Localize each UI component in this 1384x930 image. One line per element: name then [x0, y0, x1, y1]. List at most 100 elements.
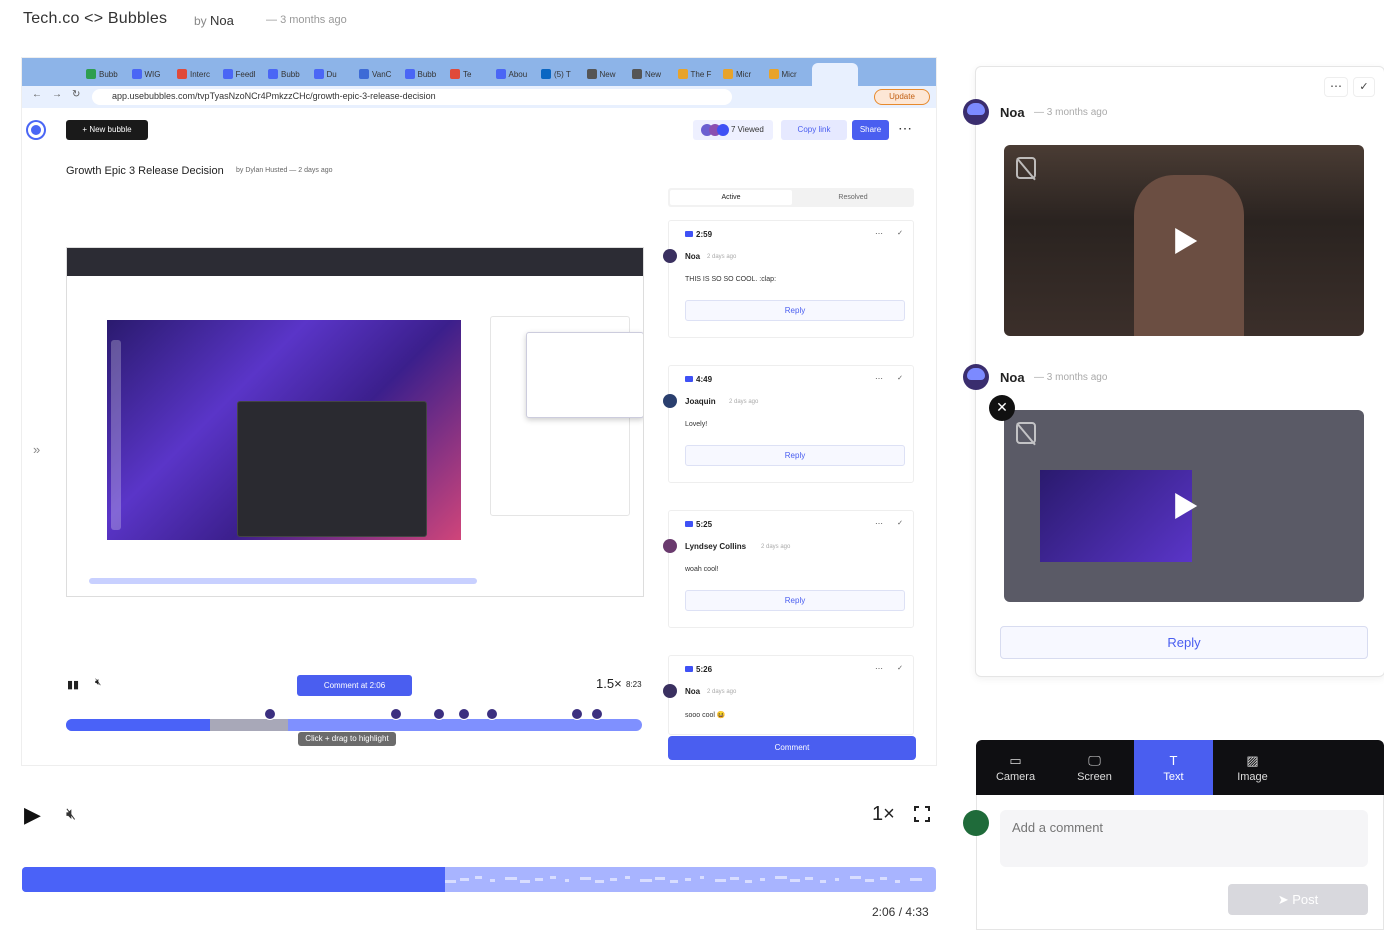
browser-tab: Te	[450, 65, 492, 83]
browser-tab-label: Feedl	[235, 69, 256, 79]
expand-chevron-icon: »	[33, 442, 41, 457]
close-icon[interactable]: ✕	[989, 395, 1015, 421]
tab-favicon	[768, 69, 779, 79]
page-title: Tech.co <> Bubbles	[23, 10, 168, 27]
browser-tab: Bubb	[268, 65, 310, 83]
tab-favicon	[723, 69, 733, 79]
check-icon: ✓	[897, 665, 903, 672]
browser-tab-label: Te	[463, 69, 472, 79]
tab-favicon	[495, 69, 506, 79]
comment-reply-button: Reply	[685, 300, 905, 321]
browser-tab-label: (5) T	[554, 69, 571, 79]
more-icon: ⋯	[875, 229, 883, 238]
check-icon: ✓	[897, 375, 903, 382]
tab-text[interactable]: T Text	[1134, 740, 1213, 795]
comment-pin	[591, 708, 603, 720]
comment-input[interactable]	[1000, 810, 1368, 867]
nested-screenshot	[66, 247, 644, 597]
thread-time-value: 3 months ago	[1046, 372, 1108, 383]
browser-tab-label: Bubb	[417, 69, 437, 79]
play-icon[interactable]	[1175, 493, 1198, 519]
waveform-segment	[910, 878, 922, 881]
tab-favicon	[222, 69, 233, 79]
inner-comment-card: 4:49 ⋯ ✓ Joaquin 2 days ago Lovely! Reply	[663, 365, 914, 483]
author-name[interactable]: Noa	[210, 13, 234, 28]
inner-duration: 8:23	[626, 680, 642, 689]
created-time: — 3 months ago	[266, 14, 347, 26]
waveform-segment	[850, 876, 861, 879]
viewer-avatar	[717, 124, 729, 136]
inner-waveform-played	[66, 719, 210, 731]
waveform-segment	[490, 879, 495, 882]
comment-ago: 2 days ago	[707, 689, 737, 695]
browser-tab-label: Micr	[781, 69, 797, 79]
waveform-segment	[460, 878, 469, 881]
browser-tab: Bubb	[404, 65, 447, 83]
mute-button[interactable]: 🔇︎	[66, 806, 76, 824]
browser-update-button: Update	[874, 89, 930, 105]
waveform-segment	[715, 879, 726, 882]
waveform-segment	[790, 879, 800, 882]
thread-resolve-button[interactable]: ✓	[1353, 77, 1375, 97]
browser-tab: Interc	[177, 65, 219, 83]
play-icon[interactable]	[1175, 227, 1198, 254]
inner-tab-resolved: Resolved	[838, 194, 868, 201]
waveform-segment	[805, 877, 813, 880]
fullscreen-button[interactable]	[913, 805, 931, 823]
browser-tab-label: New	[599, 69, 616, 79]
waveform-segment	[550, 876, 556, 879]
browser-tab: Abou	[495, 65, 538, 83]
comment-pin	[571, 708, 583, 720]
waveform-segment	[670, 880, 678, 883]
avatar	[663, 249, 677, 263]
browser-tab: Du	[313, 65, 356, 83]
waveform-segment	[565, 879, 569, 882]
inner-new-bubble-button: + New bubble	[66, 120, 148, 140]
waveform-segment	[640, 879, 652, 882]
browser-tab: New	[586, 65, 629, 83]
waveform-segment	[700, 876, 704, 879]
more-icon: ⋯	[875, 374, 883, 383]
browser-tab-label: VanC	[372, 69, 392, 79]
inner-mute-icon: 🔇︎	[95, 677, 102, 688]
playback-rate-button[interactable]: 1×	[872, 803, 895, 826]
inner-playback-rate: 1.5×	[596, 676, 622, 691]
back-icon: ←	[32, 89, 42, 100]
browser-tab: Feedl	[222, 65, 265, 83]
camera-video-reply[interactable]	[1004, 145, 1364, 336]
forward-icon: →	[52, 89, 62, 100]
waveform-segment	[655, 877, 665, 880]
inner-title: Growth Epic 3 Release Decision	[66, 165, 224, 177]
screen-video-reply[interactable]	[1004, 410, 1364, 602]
check-icon: ✓	[897, 520, 903, 527]
comment-time: 2:59	[685, 230, 712, 239]
play-button[interactable]: ▶	[24, 802, 41, 828]
inner-byline: by Dylan Husted — 2 days ago	[236, 167, 333, 174]
browser-tab: Micr	[768, 65, 811, 83]
comment-pin	[390, 708, 402, 720]
tab-image[interactable]: ▨ Image	[1213, 740, 1292, 795]
waveform-segment	[730, 877, 739, 880]
avatar	[663, 394, 677, 408]
waveform-segment	[610, 878, 617, 881]
tab-camera[interactable]: ▭ Camera	[976, 740, 1055, 795]
browser-tab-label: WIG	[144, 69, 161, 79]
comment-reply-button: Reply	[685, 590, 905, 611]
bubbles-logo	[28, 122, 44, 138]
thread-reply-button[interactable]: Reply	[1000, 626, 1368, 659]
browser-tab-label: Micr	[736, 69, 752, 79]
thread-more-button[interactable]: ⋯	[1324, 77, 1348, 97]
waveform-segment	[475, 876, 482, 879]
tab-screen-label: Screen	[1077, 771, 1112, 783]
thread-author: Noa	[1000, 370, 1025, 385]
recorded-video[interactable]: Bubb WIG Interc Feedl Bubb Du VanC Bubb Te Abou (5…	[22, 58, 936, 765]
video-thumbnail-desktop	[1040, 470, 1192, 562]
post-button[interactable]: ➤ Post	[1228, 884, 1368, 915]
highlight-tooltip: Click + drag to highlight	[298, 732, 396, 746]
text-icon: T	[1169, 753, 1178, 768]
tab-favicon	[86, 69, 96, 79]
tab-favicon	[586, 69, 597, 79]
tab-favicon	[450, 69, 460, 79]
tab-screen[interactable]: 🖵︎ Screen	[1055, 740, 1134, 795]
browser-active-tab	[812, 63, 858, 86]
